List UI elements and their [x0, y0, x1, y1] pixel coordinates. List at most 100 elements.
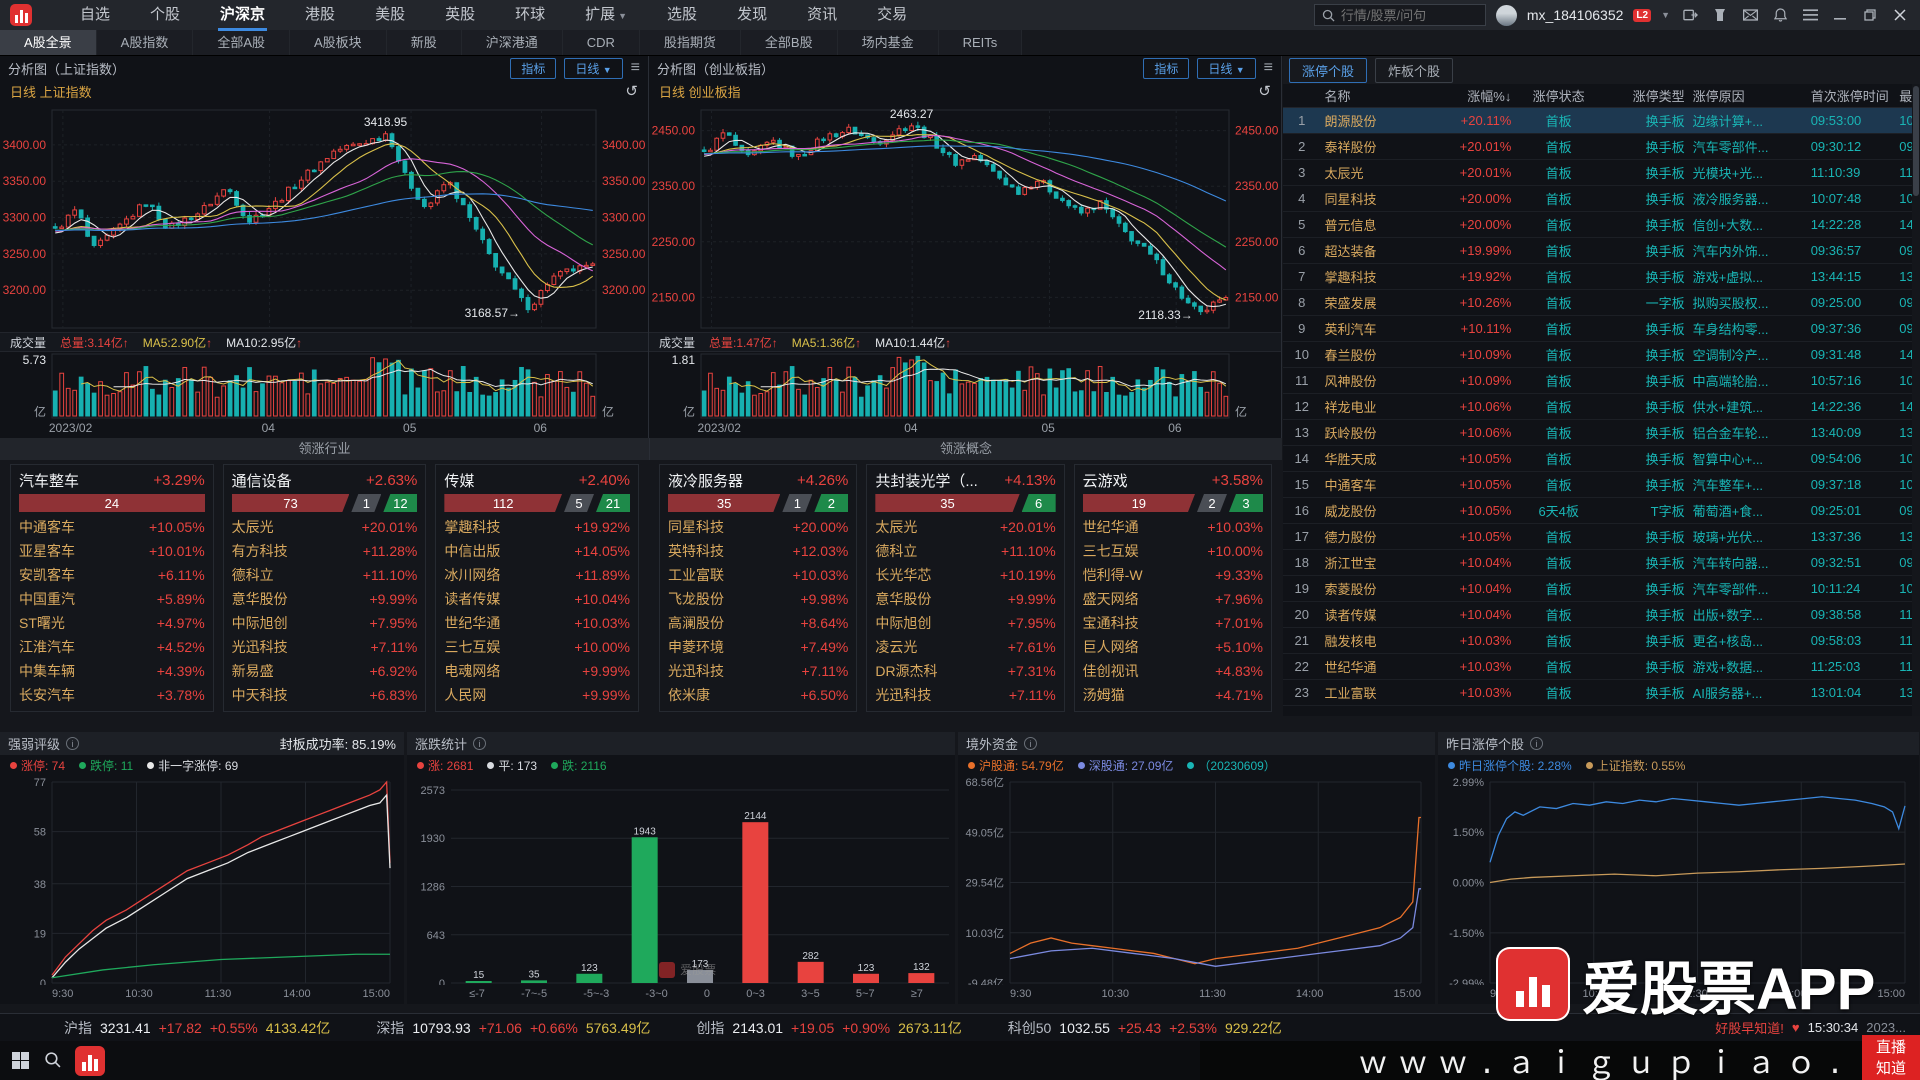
menu-item-选股[interactable]: 选股 [647, 0, 717, 31]
avatar[interactable] [1496, 5, 1517, 26]
col-header[interactable]: 涨幅%↓ [1425, 86, 1516, 105]
sector-card-液冷服务器[interactable]: 液冷服务器+4.26%3512同星科技+20.00%英特科技+12.03%工业富… [659, 464, 857, 712]
menu-item-英股[interactable]: 英股 [425, 0, 495, 31]
sector-stock-row[interactable]: 长光华芯+10.19% [875, 563, 1055, 587]
index-quote-沪指[interactable]: 沪指3231.41+17.82+0.55%4133.42亿 [64, 1018, 330, 1038]
strength-chart[interactable]: 775838190 [0, 776, 404, 988]
sector-stock-row[interactable]: 江淮汽车+4.52% [19, 635, 205, 659]
sector-stock-row[interactable]: 冰川网络+11.89% [444, 563, 630, 587]
sector-stock-row[interactable]: 凌云光+7.61% [875, 635, 1055, 659]
bell-icon[interactable] [1770, 6, 1790, 24]
maximize-button[interactable] [1860, 6, 1880, 24]
vip-gift-icon[interactable] [1710, 6, 1730, 24]
volume-chart-shanghai[interactable]: 5.73亿亿 [0, 352, 648, 420]
sector-stock-row[interactable]: 掌趣科技+19.92% [444, 515, 630, 539]
sector-stock-row[interactable]: 光迅科技+7.11% [232, 635, 418, 659]
chart-menu-icon[interactable]: ≡ [1264, 60, 1273, 76]
sector-stock-row[interactable]: 申菱环境+7.49% [668, 635, 848, 659]
limit-up-row-索菱股份[interactable]: 19索菱股份+10.04%首板换手板汽车零部件...10:11:2410:1 [1283, 576, 1920, 602]
sector-stock-row[interactable]: 光迅科技+7.11% [875, 683, 1055, 707]
sector-stock-row[interactable]: 安凯客车+6.11% [19, 563, 205, 587]
sector-stock-row[interactable]: 有方科技+11.28% [232, 539, 418, 563]
limit-up-row-华胜天成[interactable]: 14华胜天成+10.05%首板换手板智算中心+...09:54:0610:4 [1283, 446, 1920, 472]
tab-A股指数[interactable]: A股指数 [97, 30, 194, 55]
limit-up-row-风神股份[interactable]: 11风神股份+10.09%首板换手板中高端轮胎...10:57:1610:5 [1283, 368, 1920, 394]
sector-card-通信设备[interactable]: 通信设备+2.63%73112太辰光+20.01%有方科技+11.28%德科立+… [223, 464, 427, 712]
sector-card-汽车整车[interactable]: 汽车整车+3.29%24中通客车+10.05%亚星客车+10.01%安凯客车+6… [10, 464, 214, 712]
limit-tab-炸板个股[interactable]: 炸板个股 [1375, 58, 1453, 83]
tab-A股板块[interactable]: A股板块 [290, 30, 387, 55]
sector-stock-row[interactable]: 紫光股份+6.42% [668, 707, 848, 712]
limit-up-row-工业富联[interactable]: 23工业富联+10.03%首板换手板AI服务器+...13:01:0413:3 [1283, 680, 1920, 706]
limit-up-row-春兰股份[interactable]: 10春兰股份+10.09%首板换手板空调制冷产...09:31:4814:3 [1283, 342, 1920, 368]
sector-stock-row[interactable]: 汤姆猫+4.71% [1083, 683, 1263, 707]
sector-stock-row[interactable]: 宝通科技+7.01% [1083, 611, 1263, 635]
col-header[interactable]: 涨停状态 [1515, 86, 1602, 105]
info-icon[interactable]: i [473, 737, 486, 750]
sector-stock-row[interactable]: 德科立+11.10% [875, 539, 1055, 563]
username[interactable]: mx_184106352 [1527, 7, 1624, 23]
reset-zoom-icon[interactable]: ↺ [1258, 82, 1271, 100]
info-icon[interactable]: i [1024, 737, 1037, 750]
switch-account-icon[interactable] [1680, 6, 1700, 24]
menu-list-icon[interactable] [1800, 6, 1820, 24]
menu-item-个股[interactable]: 个股 [130, 0, 200, 31]
sector-stock-row[interactable]: 恺利得-W+9.33% [1083, 563, 1263, 587]
sector-stock-row[interactable]: 电魂网络+9.99% [444, 659, 630, 683]
candlestick-chart-shanghai[interactable]: 3400.003400.003350.003350.003300.003300.… [0, 102, 648, 332]
index-quote-科创50[interactable]: 科创501032.55+25.43+2.53%929.22亿 [1008, 1018, 1282, 1038]
limit-up-row-浙江世宝[interactable]: 18浙江世宝+10.04%首板换手板汽车转向器...09:32:5109:3 [1283, 550, 1920, 576]
sector-card-云游戏[interactable]: 云游戏+3.58%1923世纪华通+10.03%三七互娱+10.00%恺利得-W… [1074, 464, 1272, 712]
chart-subtab-shanghai[interactable]: 日线 上证指数 [10, 82, 92, 101]
menu-item-自选[interactable]: 自选 [60, 0, 130, 31]
sector-stock-row[interactable]: 巨人网络+5.10% [1083, 635, 1263, 659]
search-box[interactable] [1314, 4, 1486, 26]
limit-up-row-同星科技[interactable]: 4同星科技+20.00%首板换手板液冷服务器...10:07:4810:0 [1283, 186, 1920, 212]
sector-stock-row[interactable]: 三七互娱+10.00% [1083, 539, 1263, 563]
table-scrollbar[interactable] [1912, 84, 1920, 716]
limit-up-row-祥龙电业[interactable]: 12祥龙电业+10.06%首板换手板供水+建筑...14:22:3614:2 [1283, 394, 1920, 420]
sector-stock-row[interactable]: 新易盛+6.92% [232, 659, 418, 683]
sector-stock-row[interactable]: 意华股份+9.99% [232, 587, 418, 611]
sector-stock-row[interactable]: 新易盛+6.92% [875, 707, 1055, 712]
chart-subtab-chinext[interactable]: 日线 创业板指 [659, 82, 741, 101]
limit-up-row-跃岭股份[interactable]: 13跃岭股份+10.06%首板换手板铝合金车轮...13:40:0913:4 [1283, 420, 1920, 446]
sector-stock-row[interactable]: 亚星客车+10.01% [19, 539, 205, 563]
search-input[interactable] [1341, 8, 1471, 23]
tab-A股全景[interactable]: A股全景 [0, 30, 97, 55]
sector-stock-row[interactable]: 佳创视讯+4.83% [1083, 659, 1263, 683]
sector-stock-row[interactable]: 人民网+9.99% [444, 683, 630, 707]
limit-up-row-英利汽车[interactable]: 9英利汽车+10.11%首板换手板车身结构零...09:37:3609:3 [1283, 316, 1920, 342]
sector-card-共封装光学（...[interactable]: 共封装光学（...+4.13%356太辰光+20.01%德科立+11.10%长光… [866, 464, 1064, 712]
minimize-button[interactable] [1830, 6, 1850, 24]
reset-zoom-icon[interactable]: ↺ [625, 82, 638, 100]
sector-stock-row[interactable]: 长安汽车+3.78% [19, 683, 205, 707]
limit-up-row-超达装备[interactable]: 6超达装备+19.99%首板换手板汽车内外饰...09:36:5709:3 [1283, 238, 1920, 264]
sector-stock-row[interactable]: 中集车辆+4.39% [19, 659, 205, 683]
user-caret-icon[interactable]: ▼ [1661, 10, 1670, 20]
col-header[interactable]: 首次涨停时间 [1807, 86, 1896, 105]
info-icon[interactable]: i [66, 737, 79, 750]
menu-item-交易[interactable]: 交易 [857, 0, 927, 31]
col-header[interactable]: 名称 [1320, 86, 1424, 105]
sector-stock-row[interactable]: 中际旭创+7.95% [232, 611, 418, 635]
limit-up-row-荣盛发展[interactable]: 8荣盛发展+10.26%首板一字板拟购买股权...09:25:0009:2 [1283, 290, 1920, 316]
menu-item-港股[interactable]: 港股 [285, 0, 355, 31]
sector-stock-row[interactable]: 三七互娱+10.00% [444, 635, 630, 659]
limit-up-row-泰祥股份[interactable]: 2泰祥股份+20.01%首板换手板汽车零部件...09:30:1209:3 [1283, 134, 1920, 160]
sector-stock-row[interactable]: 盛天网络+7.96% [1083, 587, 1263, 611]
sector-stock-row[interactable]: 中天科技+6.83% [232, 683, 418, 707]
limit-up-row-太辰光[interactable]: 3太辰光+20.01%首板换手板光模块+光...11:10:3911:1 [1283, 160, 1920, 186]
sector-stock-row[interactable]: 高澜股份+8.64% [668, 611, 848, 635]
menu-item-资讯[interactable]: 资讯 [787, 0, 857, 31]
start-button-icon[interactable] [12, 1052, 30, 1070]
aigupiao-app-icon[interactable] [75, 1046, 105, 1076]
taskbar-search-icon[interactable] [44, 1051, 61, 1071]
sector-stock-row[interactable]: ST曙光+4.97% [19, 611, 205, 635]
index-quote-创指[interactable]: 创指2143.01+19.05+0.90%2673.11亿 [696, 1018, 961, 1038]
tab-股指期货[interactable]: 股指期货 [640, 30, 741, 55]
indicator-button[interactable]: 指标 [510, 58, 556, 79]
tab-场内基金[interactable]: 场内基金 [838, 30, 939, 55]
limit-up-row-威龙股份[interactable]: 16威龙股份+10.05%6天4板T字板葡萄酒+食...09:25:0109:4 [1283, 498, 1920, 524]
tab-CDR[interactable]: CDR [563, 30, 640, 55]
